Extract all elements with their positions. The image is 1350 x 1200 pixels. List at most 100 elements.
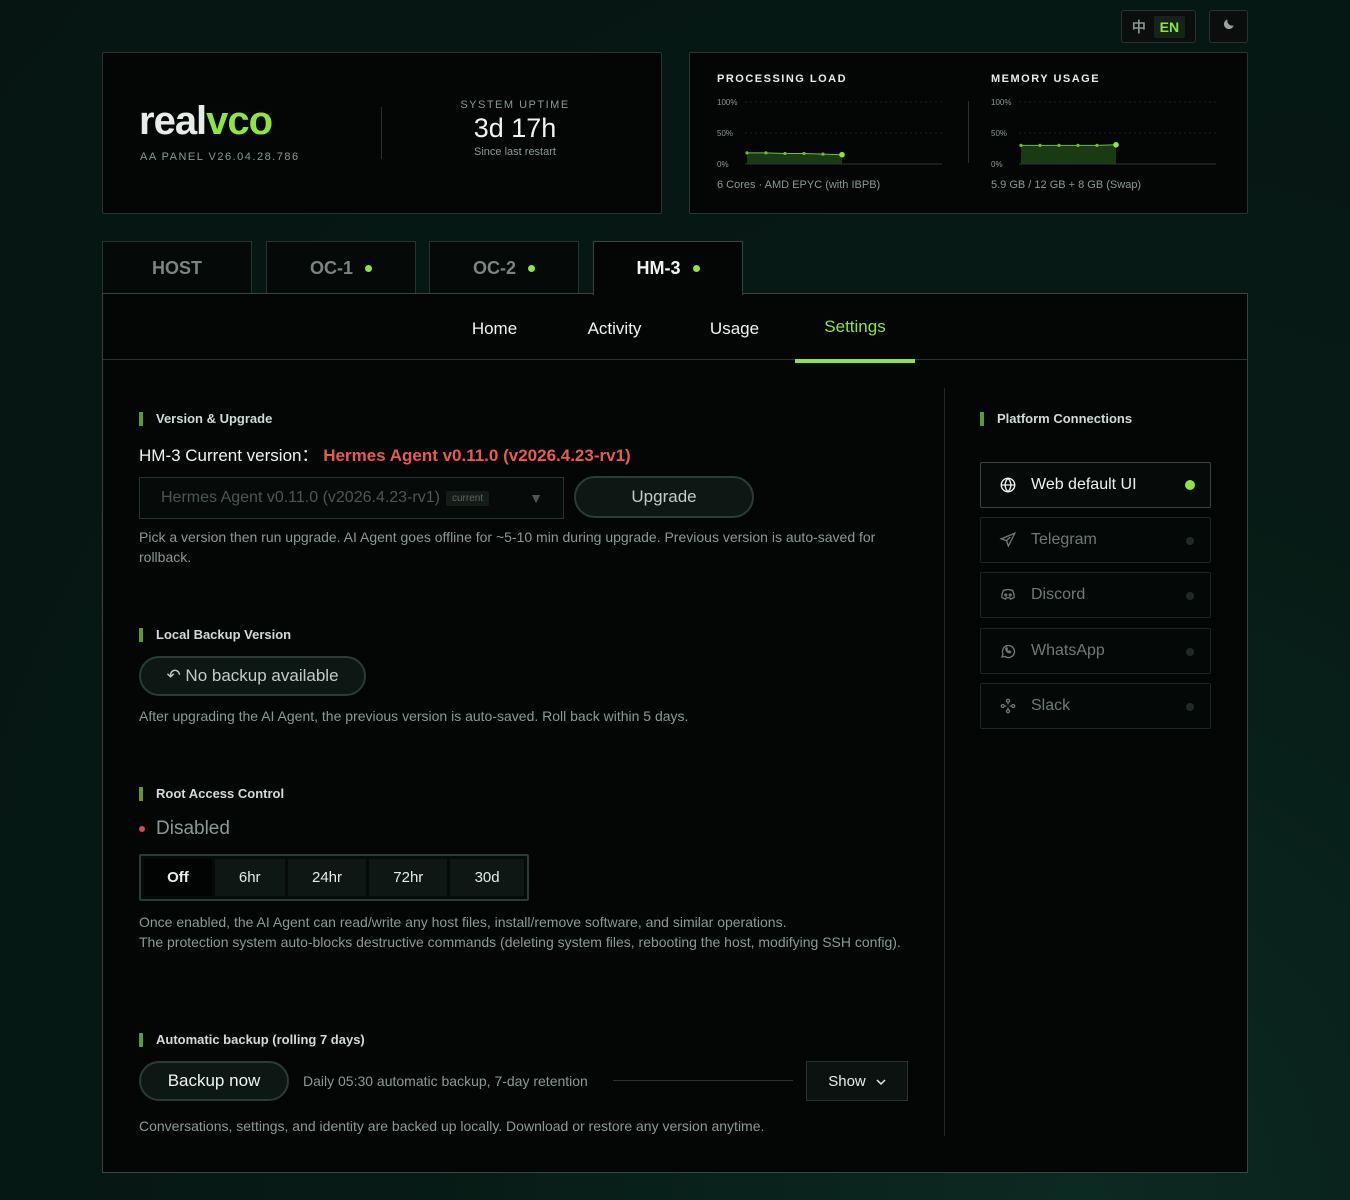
y-tick-label: 0% bbox=[717, 160, 729, 169]
discord-icon bbox=[998, 585, 1018, 605]
system-uptime: SYSTEM UPTIME 3d 17h Since last restart bbox=[433, 99, 597, 158]
disconnected-indicator bbox=[1186, 703, 1194, 711]
memory-chart: 100% 50% 0% bbox=[991, 98, 1216, 169]
uptime-value: 3d 17h bbox=[473, 113, 557, 143]
platform-whatsapp[interactable]: WhatsApp bbox=[980, 628, 1211, 674]
lang-zh-option[interactable]: 中 bbox=[1132, 17, 1146, 37]
processing-chart: 100% 50% 0% bbox=[717, 98, 942, 169]
subtab-activity[interactable]: Activity bbox=[572, 294, 657, 363]
platform-web-default-ui[interactable]: Web default UI bbox=[980, 462, 1211, 508]
divider bbox=[381, 107, 382, 159]
theme-toggle-button[interactable] bbox=[1209, 10, 1248, 43]
version-select-value: Hermes Agent v0.11.0 (v2026.4.23-rv1) bbox=[161, 489, 440, 506]
root-option-24hr[interactable]: 24hr bbox=[287, 859, 367, 896]
root-option-6hr[interactable]: 6hr bbox=[214, 859, 285, 896]
status-dot bbox=[139, 826, 145, 832]
slack-icon bbox=[998, 696, 1018, 716]
data-point bbox=[802, 151, 806, 156]
lang-en-option[interactable]: EN bbox=[1153, 15, 1186, 38]
divider bbox=[968, 101, 969, 163]
local-backup-help: After upgrading the AI Agent, the previo… bbox=[139, 708, 689, 724]
subtab-usage[interactable]: Usage bbox=[692, 294, 777, 363]
uptime-label: SYSTEM UPTIME bbox=[460, 99, 570, 111]
version-heading: Version & Upgrade bbox=[139, 412, 272, 426]
uptime-subtitle: Since last restart bbox=[474, 146, 556, 158]
data-point bbox=[839, 151, 845, 158]
data-point bbox=[1095, 143, 1099, 147]
no-backup-button[interactable]: ↶ No backup available bbox=[139, 656, 366, 696]
data-point bbox=[764, 151, 768, 155]
series-line bbox=[1021, 144, 1117, 146]
current-tag: current bbox=[445, 490, 490, 506]
root-access-heading: Root Access Control bbox=[139, 787, 284, 801]
language-switch[interactable]: 中 EN bbox=[1121, 10, 1196, 43]
data-point bbox=[821, 152, 825, 156]
data-point bbox=[1019, 143, 1023, 147]
data-point bbox=[1057, 143, 1061, 147]
y-tick-label: 0% bbox=[991, 160, 1003, 169]
processing-title: PROCESSING LOAD bbox=[717, 73, 848, 85]
current-version: HM-3 Current version： Hermes Agent v0.11… bbox=[139, 446, 631, 465]
connected-indicator bbox=[1185, 480, 1195, 490]
divider bbox=[613, 1080, 793, 1081]
tab-host[interactable]: HOST bbox=[102, 241, 252, 294]
platform-label: Telegram bbox=[1031, 531, 1097, 548]
caret-down-icon: ▼ bbox=[529, 490, 543, 506]
memory-usage: MEMORY USAGE 100% 50% 0% 5.9 GB / 12 GB + … bbox=[991, 73, 1221, 191]
root-option-72hr[interactable]: 72hr bbox=[369, 859, 448, 896]
chevron-down-icon bbox=[876, 1073, 886, 1090]
disconnected-indicator bbox=[1186, 648, 1194, 656]
processing-footer: 6 Cores · AMD EPYC (with IBPB) bbox=[717, 179, 881, 191]
platform-label: WhatsApp bbox=[1031, 642, 1105, 659]
processing-load: PROCESSING LOAD 100% 50% 0% 6 Cores · AMD … bbox=[717, 73, 947, 191]
show-dropdown[interactable]: Show bbox=[806, 1061, 908, 1101]
memory-title: MEMORY USAGE bbox=[991, 73, 1101, 85]
root-option-off[interactable]: Off bbox=[144, 859, 212, 896]
version-select[interactable]: Hermes Agent v0.11.0 (v2026.4.23-rv1) cu… bbox=[139, 477, 564, 519]
version-help: Pick a version then run upgrade. AI Agen… bbox=[139, 529, 876, 565]
tab-oc-1[interactable]: OC-1 bbox=[266, 241, 416, 294]
stats-card: PROCESSING LOAD 100% 50% 0% 6 Cores · AMD … bbox=[689, 52, 1248, 214]
tab-label: OC-2 bbox=[472, 257, 516, 278]
tab-hm-3[interactable]: HM-3 bbox=[593, 241, 743, 295]
data-point bbox=[1038, 143, 1042, 147]
data-point bbox=[783, 151, 787, 156]
tab-oc-2[interactable]: OC-2 bbox=[429, 241, 579, 294]
root-option-30d[interactable]: 30d bbox=[450, 859, 524, 896]
local-backup-heading: Local Backup Version bbox=[139, 628, 291, 642]
panel-version: AA PANEL V26.04.28.786 bbox=[140, 151, 300, 163]
platform-label: Slack bbox=[1031, 697, 1071, 714]
tab-label: OC-1 bbox=[309, 257, 353, 278]
root-help-2: The protection system auto-blocks destru… bbox=[139, 934, 901, 950]
root-status: Disabled bbox=[156, 818, 230, 839]
root-duration-selector: Off 6hr 24hr 72hr 30d bbox=[139, 854, 529, 901]
root-help-1: Once enabled, the AI Agent can read/writ… bbox=[139, 914, 787, 930]
upgrade-button[interactable]: Upgrade bbox=[574, 476, 754, 518]
y-tick-label: 100% bbox=[991, 98, 1011, 107]
y-tick-label: 100% bbox=[717, 98, 737, 107]
brand-card: realvco AA PANEL V26.04.28.786 SYSTEM UP… bbox=[102, 52, 662, 214]
tab-label: HM-3 bbox=[636, 258, 681, 278]
backup-now-button[interactable]: Backup now bbox=[139, 1061, 289, 1101]
platform-telegram[interactable]: Telegram bbox=[980, 517, 1211, 563]
disconnected-indicator bbox=[1186, 592, 1194, 600]
backup-schedule: Daily 05:30 automatic backup, 7-day rete… bbox=[303, 1073, 588, 1089]
disconnected-indicator bbox=[1186, 537, 1194, 545]
online-dot bbox=[365, 264, 372, 272]
globe-icon bbox=[998, 475, 1018, 495]
column-divider bbox=[944, 388, 945, 1136]
memory-footer: 5.9 GB / 12 GB + 8 GB (Swap) bbox=[991, 179, 1142, 191]
subtab-home[interactable]: Home bbox=[452, 294, 537, 363]
platform-label: Discord bbox=[1031, 586, 1086, 603]
platform-discord[interactable]: Discord bbox=[980, 572, 1211, 618]
subtab-settings[interactable]: Settings bbox=[795, 294, 915, 363]
subtab-bar: Home Activity Usage Settings bbox=[103, 294, 1247, 363]
current-version-value: Hermes Agent v0.11.0 (v2026.4.23-rv1) bbox=[323, 446, 631, 465]
data-point bbox=[745, 151, 749, 155]
platform-label: Web default UI bbox=[1031, 476, 1137, 493]
tab-label: HOST bbox=[151, 257, 202, 278]
platform-slack[interactable]: Slack bbox=[980, 683, 1211, 729]
y-tick-label: 50% bbox=[991, 129, 1007, 138]
logo: realvco bbox=[139, 99, 273, 143]
show-label: Show bbox=[828, 1072, 866, 1090]
